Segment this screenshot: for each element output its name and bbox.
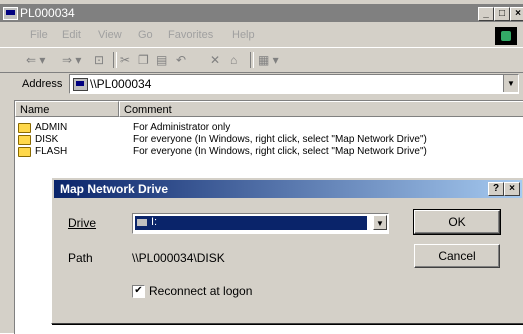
toolbar-separator bbox=[113, 52, 117, 68]
copy-icon[interactable]: ❐ bbox=[138, 53, 149, 67]
close-button[interactable]: × bbox=[510, 7, 523, 21]
address-value: \\PL000034 bbox=[90, 77, 152, 91]
up-folder-icon[interactable]: ⊡ bbox=[94, 53, 104, 67]
folder-icon bbox=[18, 147, 31, 157]
cancel-button[interactable]: Cancel bbox=[414, 244, 500, 268]
reconnect-label[interactable]: Reconnect at logon bbox=[149, 284, 252, 298]
computer-icon bbox=[3, 7, 18, 20]
delete-icon[interactable]: ✕ bbox=[210, 53, 220, 67]
back-arrow-icon[interactable]: ⇐ ▾ bbox=[26, 53, 45, 67]
title-bar: PL000034 _ □ × bbox=[0, 4, 523, 22]
minimize-button[interactable]: _ bbox=[478, 7, 494, 21]
item-comment: For Administrator only bbox=[133, 122, 231, 133]
item-comment: For everyone (In Windows, right click, s… bbox=[133, 134, 427, 145]
folder-icon bbox=[18, 123, 31, 133]
drive-label: Drive bbox=[68, 216, 97, 230]
properties-icon[interactable]: ⌂ bbox=[230, 53, 237, 67]
drive-selected: I: bbox=[135, 216, 367, 230]
toolbar: ⇐ ▾ ⇒ ▾ ⊡ ✂ ❐ ▤ ↶ ✕ ⌂ ▦ ▾ bbox=[0, 47, 523, 73]
menu-go[interactable]: Go bbox=[138, 29, 153, 41]
explorer-window: PL000034 _ □ × File Edit View Go Favorit… bbox=[0, 0, 523, 334]
views-icon[interactable]: ▦ ▾ bbox=[258, 53, 279, 67]
dialog-title-bar: Map Network Drive ? × bbox=[54, 180, 522, 198]
menu-view[interactable]: View bbox=[98, 29, 122, 41]
menu-bar: File Edit View Go Favorites Help bbox=[0, 26, 523, 46]
maximize-button[interactable]: □ bbox=[494, 7, 510, 21]
cut-icon[interactable]: ✂ bbox=[120, 53, 130, 67]
address-dropdown-button[interactable]: ▼ bbox=[503, 75, 518, 92]
column-header-name[interactable]: Name bbox=[15, 101, 119, 117]
undo-icon[interactable]: ↶ bbox=[176, 53, 186, 67]
dialog-title: Map Network Drive bbox=[60, 182, 169, 196]
dialog-close-button[interactable]: × bbox=[504, 182, 520, 196]
address-bar: Address \\PL000034 ▼ bbox=[0, 72, 523, 96]
address-input[interactable]: \\PL000034 ▼ bbox=[69, 74, 519, 94]
item-name: ADMIN bbox=[35, 122, 68, 133]
menu-favorites[interactable]: Favorites bbox=[168, 29, 213, 41]
drive-value: I: bbox=[151, 216, 158, 228]
menu-file[interactable]: File bbox=[30, 29, 48, 41]
path-value: \\PL000034\DISK bbox=[132, 251, 225, 265]
address-label: Address bbox=[22, 78, 63, 90]
map-network-drive-dialog: Map Network Drive ? × Drive I: ▼ Path \\… bbox=[51, 177, 523, 324]
drive-icon bbox=[137, 219, 147, 226]
list-item[interactable]: ADMIN For Administrator only bbox=[15, 122, 523, 134]
forward-arrow-icon[interactable]: ⇒ ▾ bbox=[62, 53, 81, 67]
reconnect-checkbox[interactable]: ✔ bbox=[132, 285, 145, 298]
menu-help[interactable]: Help bbox=[232, 29, 255, 41]
folder-icon bbox=[18, 135, 31, 145]
list-item[interactable]: FLASH For everyone (In Windows, right cl… bbox=[15, 146, 523, 158]
window-title: PL000034 bbox=[20, 6, 75, 20]
windows-logo-icon bbox=[495, 27, 517, 45]
menu-edit[interactable]: Edit bbox=[62, 29, 81, 41]
drive-select[interactable]: I: ▼ bbox=[132, 213, 389, 234]
column-header-comment[interactable]: Comment bbox=[119, 101, 523, 117]
item-name: FLASH bbox=[35, 146, 68, 157]
toolbar-separator bbox=[250, 52, 254, 68]
computer-icon bbox=[73, 78, 88, 91]
help-button[interactable]: ? bbox=[488, 182, 504, 196]
chevron-down-icon[interactable]: ▼ bbox=[373, 215, 387, 230]
path-label: Path bbox=[68, 251, 93, 265]
list-item[interactable]: DISK For everyone (In Windows, right cli… bbox=[15, 134, 523, 146]
item-name: DISK bbox=[35, 134, 59, 145]
item-comment: For everyone (In Windows, right click, s… bbox=[133, 146, 427, 157]
paste-icon[interactable]: ▤ bbox=[156, 53, 167, 67]
ok-button[interactable]: OK bbox=[413, 209, 501, 235]
